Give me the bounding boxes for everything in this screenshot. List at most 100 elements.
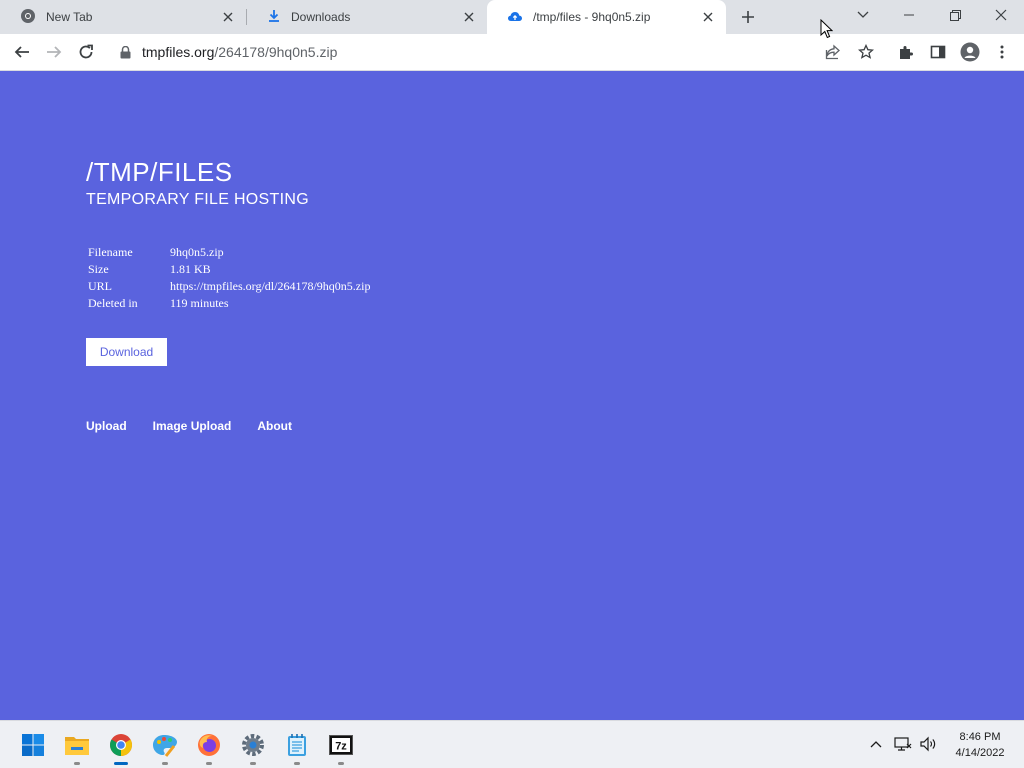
address-bar[interactable]: tmpfiles.org/264178/9hq0n5.zip — [108, 37, 888, 67]
running-indicator — [294, 762, 300, 765]
minimize-icon — [904, 14, 914, 16]
footer-nav: Upload Image Upload About — [86, 419, 318, 433]
speaker-icon — [920, 736, 936, 752]
taskbar-chrome[interactable] — [105, 729, 137, 765]
arrow-left-icon — [14, 46, 29, 58]
running-indicator — [250, 762, 256, 765]
tab-search-button[interactable] — [840, 0, 886, 30]
tab-title: New Tab — [46, 10, 93, 24]
running-indicator — [74, 762, 80, 765]
tab-downloads[interactable]: Downloads — [247, 0, 487, 34]
tab-title: /tmp/files - 9hq0n5.zip — [533, 10, 651, 24]
network-button[interactable] — [892, 733, 914, 755]
file-info-table: Filename 9hq0n5.zip Size 1.81 KB URL htt… — [86, 244, 372, 312]
start-button[interactable] — [17, 729, 49, 761]
running-indicator — [338, 762, 344, 765]
forward-button[interactable] — [39, 37, 69, 67]
profile-button[interactable] — [955, 37, 985, 67]
page-content: /TMP/FILES TEMPORARY FILE HOSTING Filena… — [0, 71, 1024, 720]
system-clock[interactable]: 8:46 PM 4/14/2022 — [944, 729, 1016, 761]
mouse-cursor-icon — [820, 18, 834, 44]
taskbar-settings[interactable] — [237, 729, 269, 765]
chrome-icon — [110, 734, 132, 756]
page-title: /TMP/FILES — [86, 157, 233, 187]
taskbar: 7z 8:46 PM 4/14/2022 — [0, 720, 1024, 768]
close-icon[interactable] — [220, 9, 236, 25]
table-row: Filename 9hq0n5.zip — [86, 244, 372, 261]
url-host: tmpfiles.org — [142, 44, 215, 60]
close-icon[interactable] — [700, 9, 716, 25]
page-subtitle: TEMPORARY FILE HOSTING — [86, 191, 309, 208]
cloud-upload-icon — [507, 9, 523, 26]
minimize-button[interactable] — [886, 0, 932, 30]
taskbar-firefox[interactable] — [193, 729, 225, 765]
star-icon — [858, 44, 874, 59]
close-window-button[interactable] — [978, 0, 1024, 30]
avatar-icon — [960, 42, 980, 62]
plus-icon — [742, 11, 754, 23]
info-key: URL — [88, 279, 112, 293]
arrow-right-icon — [47, 46, 62, 58]
clock-date: 4/14/2022 — [955, 747, 1005, 759]
7zip-icon: 7z — [329, 735, 353, 755]
clock-time: 8:46 PM — [959, 731, 1001, 743]
download-icon — [267, 9, 281, 26]
new-tab-button[interactable] — [736, 5, 760, 29]
menu-button[interactable] — [987, 37, 1017, 67]
settings-icon — [242, 734, 264, 756]
side-panel-icon — [930, 45, 946, 59]
volume-button[interactable] — [917, 733, 939, 755]
info-value: 1.81 KB — [170, 262, 211, 276]
side-panel-button[interactable] — [923, 37, 953, 67]
7zip-label: 7z — [335, 741, 347, 753]
running-indicator — [162, 762, 168, 765]
tab-tmpfiles[interactable]: /tmp/files - 9hq0n5.zip — [487, 0, 726, 34]
info-url-value[interactable]: https://tmpfiles.org/dl/264178/9hq0n5.zi… — [168, 278, 372, 295]
table-row: Size 1.81 KB — [86, 261, 372, 278]
taskbar-file-explorer[interactable] — [61, 729, 93, 765]
restore-button[interactable] — [932, 0, 978, 30]
tab-title: Downloads — [291, 10, 351, 24]
url-text: tmpfiles.org/264178/9hq0n5.zip — [142, 44, 337, 60]
file-explorer-icon — [65, 737, 89, 755]
reload-button[interactable] — [71, 37, 101, 67]
network-icon — [894, 737, 912, 751]
info-value: 9hq0n5.zip — [170, 245, 224, 259]
nav-link-about[interactable]: About — [257, 419, 292, 433]
taskbar-7zip[interactable]: 7z — [325, 729, 357, 765]
info-key: Deleted in — [88, 296, 138, 310]
download-button[interactable]: Download — [86, 338, 167, 366]
notepad-icon — [288, 734, 306, 756]
taskbar-paint[interactable] — [149, 729, 181, 765]
share-icon — [825, 44, 840, 60]
show-hidden-icons-button[interactable] — [865, 733, 887, 755]
windows-start-icon — [22, 734, 44, 756]
back-button[interactable] — [7, 37, 37, 67]
running-indicator — [206, 762, 212, 765]
paint-icon — [153, 735, 177, 757]
url-path: /264178/9hq0n5.zip — [214, 44, 338, 60]
close-icon[interactable] — [461, 9, 477, 25]
reload-icon — [79, 44, 93, 59]
firefox-icon — [198, 734, 220, 756]
nav-link-upload[interactable]: Upload — [86, 419, 127, 433]
chevron-up-icon — [870, 741, 882, 748]
lock-icon[interactable] — [120, 45, 134, 59]
kebab-menu-icon — [1000, 45, 1004, 59]
table-row: Deleted in 119 minutes — [86, 295, 372, 312]
active-indicator — [114, 762, 128, 765]
extensions-button[interactable] — [891, 37, 921, 67]
puzzle-icon — [900, 46, 913, 59]
info-key: Size — [88, 262, 109, 276]
tab-strip: New Tab Downloads /tmp/files - 9hq0n5.zi… — [0, 0, 1024, 34]
bookmark-button[interactable] — [851, 37, 881, 67]
chrome-icon — [20, 8, 36, 27]
taskbar-notepad[interactable] — [281, 729, 313, 765]
table-row: URL https://tmpfiles.org/dl/264178/9hq0n… — [86, 278, 372, 295]
restore-icon — [949, 9, 961, 21]
tab-new-tab[interactable]: New Tab — [0, 0, 246, 34]
browser-toolbar: tmpfiles.org/264178/9hq0n5.zip — [0, 34, 1024, 71]
close-icon — [995, 9, 1007, 21]
nav-link-image-upload[interactable]: Image Upload — [153, 419, 232, 433]
chevron-down-icon — [857, 11, 869, 18]
